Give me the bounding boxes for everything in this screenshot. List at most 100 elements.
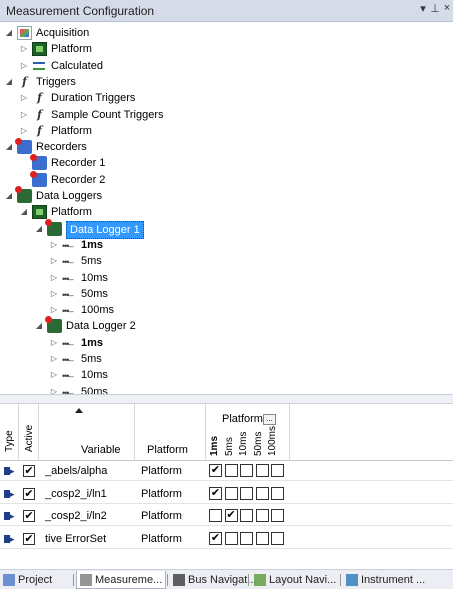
tree-node[interactable]: ▷ •••– 5ms: [0, 253, 453, 269]
rate-checkbox[interactable]: [255, 486, 269, 500]
collapse-arrow-icon[interactable]: ◢: [4, 25, 14, 41]
platform-name: Platform: [141, 465, 182, 477]
rate-checkbox[interactable]: ✔: [224, 509, 238, 522]
rate-column-label[interactable]: 50ms: [253, 432, 264, 456]
rate-checkbox[interactable]: [224, 531, 238, 545]
grid-row[interactable]: ▸ ✔ tive ErrorSet Platform ✔: [0, 529, 453, 549]
collapse-arrow-icon[interactable]: ◢: [19, 204, 29, 220]
rate-checkbox[interactable]: ✔: [209, 464, 222, 477]
grid-row[interactable]: ▸ ✔ _abels/alpha Platform ✔: [0, 461, 453, 481]
rate-icon: •••–: [62, 387, 73, 394]
expand-arrow-icon[interactable]: ▷: [49, 367, 59, 383]
expand-arrow-icon[interactable]: ▷: [19, 107, 29, 123]
tree-node[interactable]: ◢ Recorders: [0, 138, 453, 155]
rate-checkbox[interactable]: [255, 464, 269, 477]
rate-checkbox[interactable]: [209, 509, 222, 522]
tree-node[interactable]: ▷ •••– 50ms: [0, 286, 453, 302]
rate-checkbox[interactable]: ✔: [209, 531, 222, 545]
trigger-icon: f: [22, 74, 27, 88]
rate-checkbox[interactable]: [224, 486, 238, 500]
close-icon[interactable]: ×: [440, 2, 453, 14]
expand-arrow-icon[interactable]: ▷: [49, 351, 59, 367]
tree-node-label: 50ms: [81, 287, 108, 300]
grid-row[interactable]: ▸ ✔ _cosp2_i/ln2 Platform ✔: [0, 506, 453, 526]
collapse-arrow-icon[interactable]: ◢: [34, 318, 44, 334]
tree-node[interactable]: ▷ f Platform: [0, 123, 453, 139]
expand-arrow-icon[interactable]: ▷: [19, 123, 29, 139]
expand-arrow-icon[interactable]: ▷: [19, 41, 29, 57]
rate-column-label[interactable]: 100ms: [267, 426, 278, 456]
tab-instrument[interactable]: Instrument ...: [343, 571, 451, 589]
rate-checkbox[interactable]: [271, 486, 284, 500]
active-checkbox[interactable]: ✔: [23, 510, 35, 522]
column-type-header[interactable]: Type: [0, 404, 19, 461]
expand-arrow-icon[interactable]: ▷: [49, 237, 59, 253]
tree-node[interactable]: ▷ •••– 50ms: [0, 384, 453, 394]
tree-node[interactable]: ▷ •••– 1ms: [0, 335, 453, 351]
tree-node[interactable]: ◢ Data Logger 1: [0, 218, 453, 239]
expand-arrow-icon[interactable]: ▷: [49, 253, 59, 269]
rate-checkbox[interactable]: [240, 486, 253, 500]
tree-node[interactable]: ◢ f Triggers: [0, 74, 453, 90]
active-checkbox[interactable]: ✔: [23, 532, 35, 545]
rate-checkbox[interactable]: [224, 464, 238, 477]
rate-checkbox[interactable]: [271, 531, 284, 545]
tab-bus-navigator[interactable]: Bus Navigat...: [170, 571, 256, 589]
rate-column-label[interactable]: 10ms: [238, 432, 249, 456]
tab-project[interactable]: Project: [0, 571, 72, 589]
tree-node[interactable]: ▷ Calculated: [0, 58, 453, 74]
collapse-arrow-icon[interactable]: ◢: [4, 74, 14, 90]
column-platform-header[interactable]: Platform: [135, 404, 206, 461]
expand-arrow-icon[interactable]: ▷: [19, 58, 29, 74]
collapse-arrow-icon[interactable]: ◢: [34, 221, 44, 237]
tree-node[interactable]: ▷ f Sample Count Triggers: [0, 107, 453, 123]
rate-column-label[interactable]: 1ms: [209, 436, 220, 456]
tab-layout-navigator[interactable]: Layout Navi...: [251, 571, 339, 589]
collapse-arrow-icon[interactable]: ◢: [4, 139, 14, 155]
tree-node[interactable]: ▷ •••– 1ms: [0, 237, 453, 253]
collapse-arrow-icon[interactable]: ◢: [4, 188, 14, 204]
rate-group-options-button[interactable]: ...: [263, 414, 276, 425]
column-variable-header[interactable]: Variable: [39, 404, 135, 461]
recorders-icon: [15, 138, 32, 155]
tree-node[interactable]: ◢ Platform: [0, 204, 453, 220]
expand-arrow-icon[interactable]: ▷: [49, 286, 59, 302]
tree-node[interactable]: ◢ Data Loggers: [0, 186, 453, 204]
tree-node[interactable]: ▷ f Duration Triggers: [0, 90, 453, 106]
tree-node[interactable]: ▷ Platform: [0, 41, 453, 57]
tab-label: Bus Navigat...: [188, 574, 257, 586]
active-checkbox[interactable]: ✔: [23, 487, 35, 500]
rate-checkbox[interactable]: [255, 531, 269, 545]
active-checkbox[interactable]: ✔: [23, 465, 35, 477]
signal-type-icon: ▸: [4, 466, 17, 476]
tree-node[interactable]: ◢ Acquisition: [0, 25, 453, 41]
rate-checkbox[interactable]: [240, 464, 253, 477]
tab-measurement[interactable]: Measureme...: [76, 571, 166, 589]
grid-row[interactable]: ▸ ✔ _cosp2_i/ln1 Platform ✔: [0, 484, 453, 504]
rate-checkbox[interactable]: [255, 509, 269, 522]
rate-checkbox[interactable]: [240, 531, 253, 545]
expand-arrow-icon[interactable]: ▷: [49, 270, 59, 286]
tree-node[interactable]: ◢ Data Logger 2: [0, 316, 453, 334]
tree-node[interactable]: ▷ •••– 100ms: [0, 302, 453, 318]
expand-arrow-icon[interactable]: ▷: [49, 384, 59, 394]
rate-checkbox[interactable]: [271, 464, 284, 477]
expand-arrow-icon[interactable]: ▷: [19, 90, 29, 106]
tree-node[interactable]: Recorder 2: [0, 170, 453, 188]
panel-splitter[interactable]: [0, 394, 453, 404]
column-active-header[interactable]: Active: [19, 404, 39, 461]
rate-checkbox[interactable]: [240, 509, 253, 522]
tree-node[interactable]: Recorder 1: [0, 154, 453, 171]
expand-arrow-icon[interactable]: ▷: [49, 335, 59, 351]
rate-checkbox[interactable]: [271, 509, 284, 522]
tree-node[interactable]: ▷ •••– 10ms: [0, 270, 453, 286]
tree-node-label: Calculated: [51, 59, 103, 72]
tree-node-label: 10ms: [81, 369, 108, 382]
tree-node-label: Data Logger 1: [66, 220, 144, 239]
platform-trigger-icon: f: [37, 123, 42, 137]
tree-node[interactable]: ▷ •••– 10ms: [0, 367, 453, 383]
rate-column-label[interactable]: 5ms: [224, 437, 235, 456]
duration-trigger-icon: f: [37, 91, 42, 105]
tree-node[interactable]: ▷ •••– 5ms: [0, 351, 453, 367]
rate-checkbox[interactable]: ✔: [209, 486, 222, 500]
